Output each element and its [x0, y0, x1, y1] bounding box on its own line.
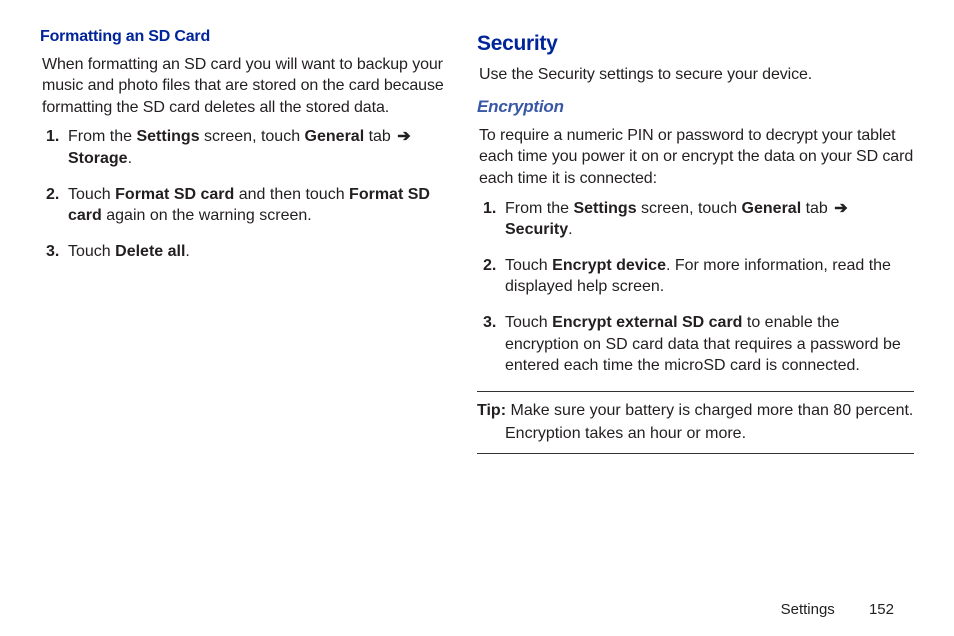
steps-formatting: 1. From the Settings screen, touch Genera…: [40, 126, 457, 262]
page: Formatting an SD Card When formatting an…: [0, 0, 954, 636]
bold-text: Format SD card: [115, 186, 234, 203]
step-number: 3.: [483, 312, 496, 334]
step-text: Touch Encrypt external SD card to enable…: [505, 314, 901, 374]
step-text: Touch Format SD card and then touch Form…: [68, 186, 430, 225]
bold-text: Settings: [573, 200, 636, 217]
right-column: Security Use the Security settings to se…: [477, 20, 914, 454]
heading-encryption: Encryption: [477, 96, 914, 119]
step-number: 3.: [46, 241, 59, 263]
bold-text: Security: [505, 221, 568, 238]
bold-text: General: [742, 200, 802, 217]
bold-text: Encrypt external SD card: [552, 314, 742, 331]
step-item: 1.From the Settings screen, touch Genera…: [505, 198, 914, 241]
step-item: 3.Touch Delete all.: [68, 241, 457, 263]
step-item: 1.From the Settings screen, touch Genera…: [68, 126, 457, 169]
bold-text: Delete all: [115, 243, 185, 260]
tip-label: Tip:: [477, 402, 506, 419]
step-number: 2.: [46, 184, 59, 206]
step-text: Touch Delete all.: [68, 243, 190, 260]
two-column-layout: Formatting an SD Card When formatting an…: [40, 20, 914, 454]
footer-section: Settings: [781, 601, 835, 618]
bold-text: Encrypt device: [552, 257, 666, 274]
para-security-intro: Use the Security settings to secure your…: [479, 64, 914, 86]
arrow-icon: ➔: [832, 198, 849, 220]
tip-text-1: Make sure your battery is charged more t…: [510, 402, 913, 419]
para-encryption-intro: To require a numeric PIN or password to …: [479, 125, 914, 190]
arrow-icon: ➔: [395, 126, 412, 148]
bold-text: Settings: [136, 128, 199, 145]
step-item: 2.Touch Format SD card and then touch Fo…: [68, 184, 457, 227]
tip-box: Tip: Make sure your battery is charged m…: [477, 391, 914, 454]
step-number: 1.: [46, 126, 59, 148]
footer-page-number: 152: [869, 601, 894, 618]
bold-text: Storage: [68, 150, 128, 167]
step-number: 2.: [483, 255, 496, 277]
step-number: 1.: [483, 198, 496, 220]
step-item: 3.Touch Encrypt external SD card to enab…: [505, 312, 914, 377]
step-text: From the Settings screen, touch General …: [68, 128, 413, 167]
bold-text: General: [305, 128, 365, 145]
tip-text-2: Encryption takes an hour or more.: [477, 423, 914, 445]
steps-encryption: 1. From the Settings screen, touch Genera…: [477, 198, 914, 377]
step-item: 2.Touch Encrypt device. For more informa…: [505, 255, 914, 298]
step-text: From the Settings screen, touch General …: [505, 200, 850, 239]
step-text: Touch Encrypt device. For more informati…: [505, 257, 891, 296]
heading-formatting-sd: Formatting an SD Card: [40, 26, 457, 48]
para-formatting-intro: When formatting an SD card you will want…: [42, 54, 457, 119]
left-column: Formatting an SD Card When formatting an…: [40, 20, 477, 454]
heading-security: Security: [477, 30, 914, 58]
page-footer: Settings 152: [781, 600, 894, 620]
